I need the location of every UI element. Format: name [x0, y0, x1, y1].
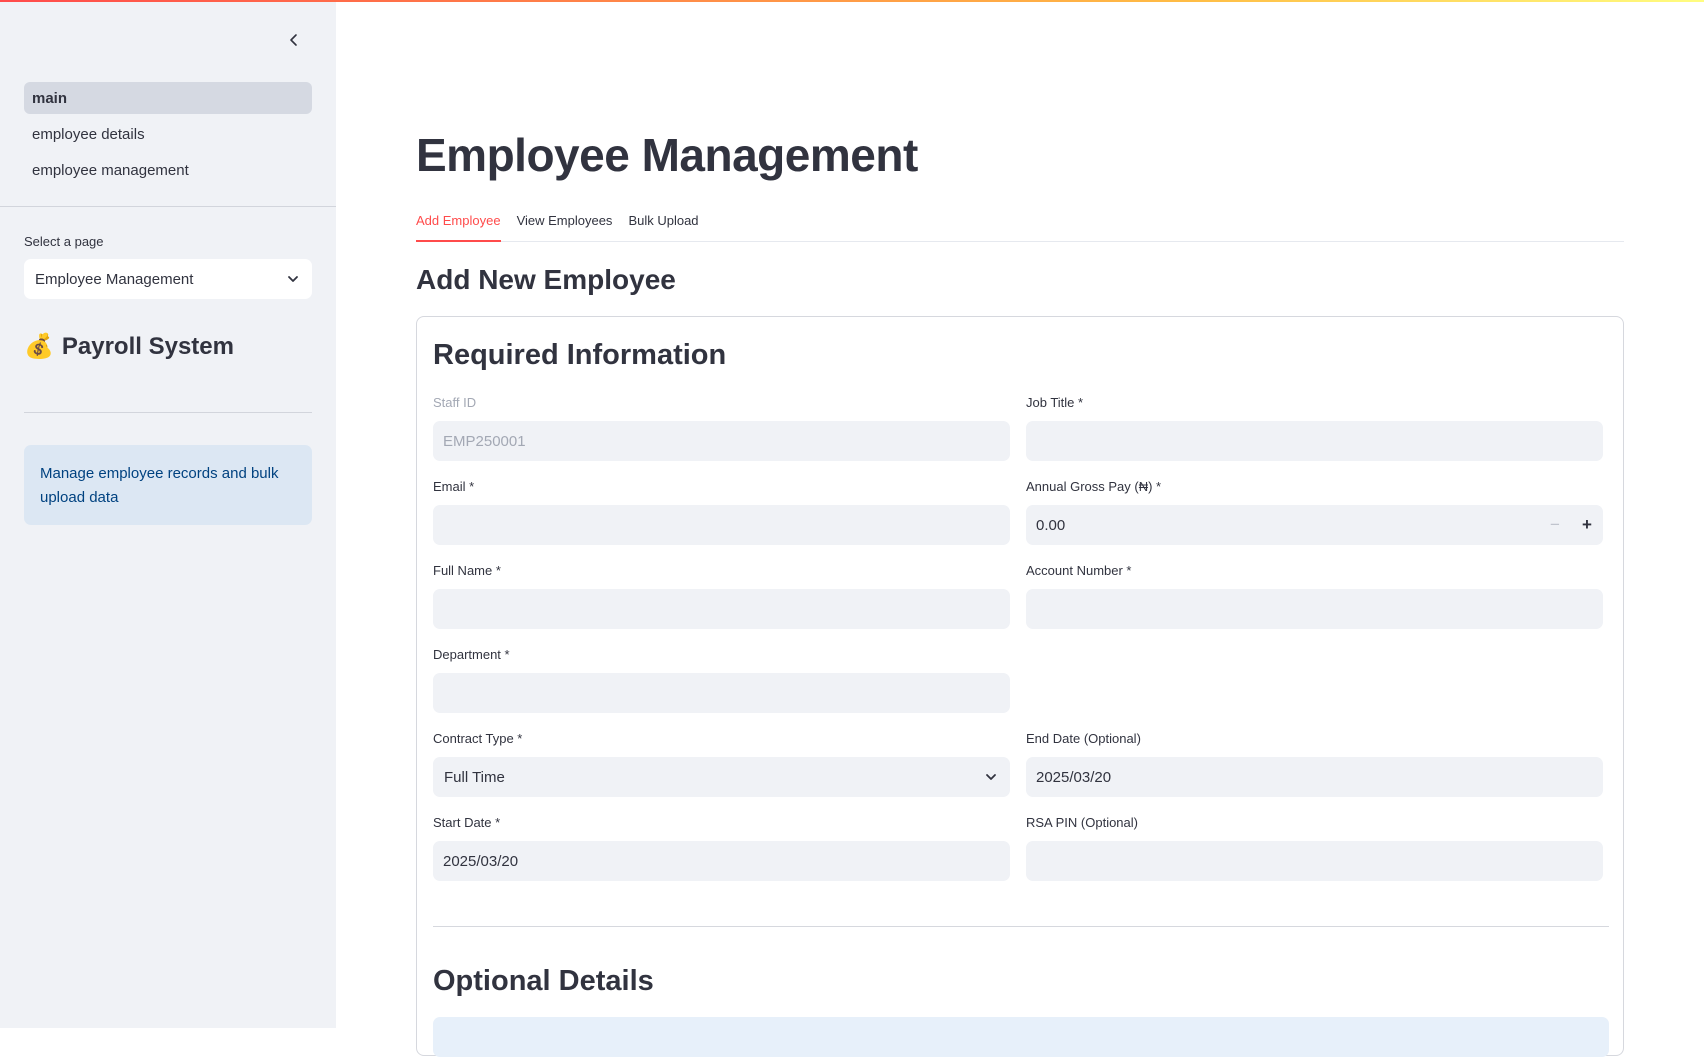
tab-add-employee[interactable]: Add Employee [416, 210, 501, 242]
sidebar-item-employee-details[interactable]: employee details [24, 118, 312, 150]
tab-view-employees[interactable]: View Employees [517, 210, 613, 242]
form-heading: Required Information [433, 339, 727, 371]
optional-details-info-box [433, 1017, 1609, 1057]
optional-details-heading: Optional Details [433, 965, 654, 997]
email-label: Email * [433, 479, 475, 494]
gross-pay-stepper: − + [1539, 505, 1603, 545]
staff-id-label: Staff ID [433, 395, 477, 410]
staff-id-input: EMP250001 [433, 421, 1010, 461]
contract-type-label: Contract Type * [433, 731, 523, 746]
account-number-label: Account Number * [1026, 563, 1132, 578]
sidebar-nav: main employee details employee managemen… [24, 82, 312, 190]
annual-gross-pay-input-wrapper: 0.00 − + [1026, 505, 1603, 545]
chevron-down-icon [986, 774, 996, 780]
contract-type-field: Contract Type * Full Time [433, 729, 1010, 797]
account-number-field: Account Number * [1026, 561, 1603, 629]
job-title-input[interactable] [1026, 421, 1603, 461]
start-date-label: Start Date * [433, 815, 501, 830]
end-date-field: End Date (Optional) 2025/03/20 [1026, 729, 1603, 797]
sidebar-title-text: Payroll System [61, 332, 234, 360]
department-input[interactable] [433, 673, 1010, 713]
collapse-sidebar-button[interactable] [280, 28, 308, 52]
full-name-input[interactable] [433, 589, 1010, 629]
form-divider [433, 926, 1609, 927]
sidebar-item-label: main [32, 89, 68, 107]
sidebar-app-title: 💰 Payroll System [24, 332, 234, 361]
rsa-pin-field: RSA PIN (Optional) [1026, 813, 1603, 881]
page-select-label: Select a page [24, 234, 104, 249]
sidebar-divider [24, 412, 312, 413]
end-date-label: End Date (Optional) [1026, 731, 1141, 746]
sidebar-item-main[interactable]: main [24, 82, 312, 114]
increment-button[interactable]: + [1571, 505, 1603, 545]
end-date-input[interactable]: 2025/03/20 [1026, 757, 1603, 797]
sidebar-divider [0, 206, 336, 207]
staff-id-field: Staff ID EMP250001 [433, 393, 1010, 461]
money-bag-icon: 💰 [24, 333, 54, 360]
email-field: Email * [433, 477, 1010, 545]
start-date-input[interactable]: 2025/03/20 [433, 841, 1010, 881]
annual-gross-pay-input[interactable]: 0.00 [1036, 517, 1065, 534]
tab-bulk-upload[interactable]: Bulk Upload [628, 210, 698, 242]
start-date-field: Start Date * 2025/03/20 [433, 813, 1010, 881]
annual-gross-pay-label: Annual Gross Pay (₦) * [1026, 479, 1162, 494]
account-number-input[interactable] [1026, 589, 1603, 629]
full-name-field: Full Name * [433, 561, 1010, 629]
page-select-value: Employee Management [35, 270, 194, 288]
section-title: Add New Employee [416, 264, 676, 295]
rsa-pin-label: RSA PIN (Optional) [1026, 815, 1138, 830]
page-select[interactable]: Employee Management [24, 259, 312, 299]
sidebar-item-label: employee management [32, 161, 189, 179]
decrement-button[interactable]: − [1539, 505, 1571, 545]
department-label: Department * [433, 647, 510, 662]
department-field: Department * [433, 645, 1010, 713]
tab-bar: Add Employee View Employees Bulk Upload [416, 210, 1624, 242]
top-decoration-bar [0, 0, 1704, 2]
job-title-field: Job Title * [1026, 393, 1603, 461]
chevron-left-icon [290, 34, 297, 46]
chevron-down-icon [288, 276, 298, 282]
sidebar-item-label: employee details [32, 125, 145, 143]
email-input[interactable] [433, 505, 1010, 545]
full-name-label: Full Name * [433, 563, 501, 578]
rsa-pin-input[interactable] [1026, 841, 1603, 881]
contract-type-select[interactable]: Full Time [433, 757, 1010, 797]
sidebar-info-box: Manage employee records and bulk upload … [24, 445, 312, 525]
page-title: Employee Management [416, 129, 918, 181]
sidebar-item-employee-management[interactable]: employee management [24, 154, 312, 186]
add-employee-form: Required Information Staff ID EMP250001 … [416, 316, 1624, 1057]
contract-type-value: Full Time [444, 768, 505, 786]
annual-gross-pay-field: Annual Gross Pay (₦) * 0.00 − + [1026, 477, 1603, 545]
job-title-label: Job Title * [1026, 395, 1084, 410]
sidebar: main employee details employee managemen… [0, 0, 336, 1028]
